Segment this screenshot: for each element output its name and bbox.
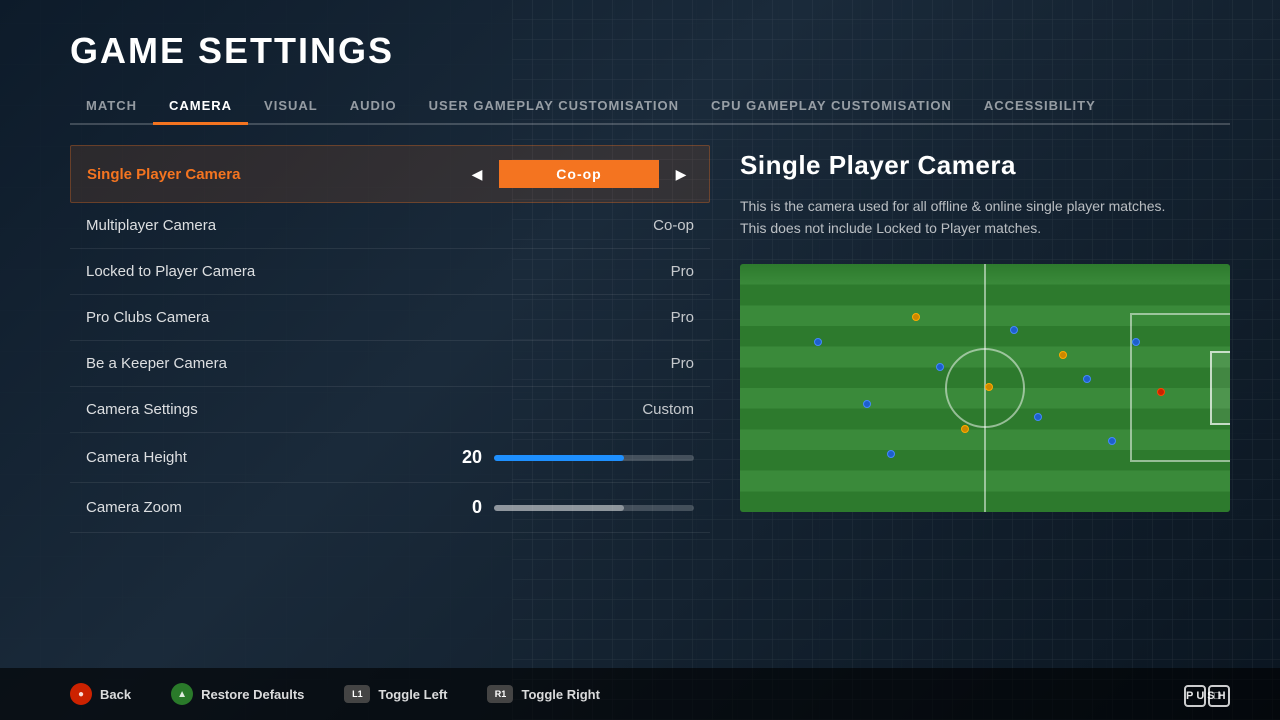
slider-height-fill <box>494 455 624 461</box>
tab-match[interactable]: MATCH <box>70 90 153 123</box>
tab-accessibility[interactable]: ACCESSIBILITY <box>968 90 1112 123</box>
setting-label-camera-settings: Camera Settings <box>86 401 198 418</box>
setting-value-pro-clubs: Pro <box>671 309 694 326</box>
setting-pro-clubs-camera[interactable]: Pro Clubs Camera Pro <box>70 295 710 341</box>
setting-camera-settings[interactable]: Camera Settings Custom <box>70 387 710 433</box>
info-description: This is the camera used for all offline … <box>740 195 1230 240</box>
player <box>961 425 969 433</box>
page-title: GAME SETTINGS <box>70 30 1230 72</box>
arrow-left[interactable]: ◀ <box>465 162 489 186</box>
slider-height-value: 20 <box>452 447 482 468</box>
setting-label-multiplayer: Multiplayer Camera <box>86 217 216 234</box>
slider-zoom-value: 0 <box>452 497 482 518</box>
player <box>1010 326 1018 334</box>
tab-audio[interactable]: AUDIO <box>334 90 413 123</box>
tab-camera[interactable]: CAMERA <box>153 90 248 123</box>
setting-label-camera-height: Camera Height <box>86 449 187 466</box>
info-title: Single Player Camera <box>740 150 1230 181</box>
player <box>863 400 871 408</box>
arrow-right[interactable]: ▶ <box>669 162 693 186</box>
setting-multiplayer-camera[interactable]: Multiplayer Camera Co-op <box>70 203 710 249</box>
settings-panel: Single Player Camera ◀ Co-op ▶ Multiplay… <box>70 145 710 695</box>
value-selector: ◀ Co-op ▶ <box>465 160 693 188</box>
setting-value-keeper: Pro <box>671 355 694 372</box>
tab-cpu-gameplay[interactable]: CPU GAMEPLAY CUSTOMISATION <box>695 90 968 123</box>
setting-value-camera-settings: Custom <box>642 401 694 418</box>
setting-locked-player-camera[interactable]: Locked to Player Camera Pro <box>70 249 710 295</box>
player <box>1059 351 1067 359</box>
field <box>740 264 1230 512</box>
slider-height-track[interactable] <box>494 455 694 461</box>
slider-zoom-container: 0 <box>452 497 694 518</box>
main-content: Single Player Camera ◀ Co-op ▶ Multiplay… <box>70 145 1230 695</box>
setting-camera-zoom[interactable]: Camera Zoom 0 <box>70 483 710 533</box>
player <box>814 338 822 346</box>
setting-value-locked-player: Pro <box>671 263 694 280</box>
setting-camera-height[interactable]: Camera Height 20 <box>70 433 710 483</box>
preview-image <box>740 264 1230 512</box>
player <box>887 450 895 458</box>
tab-visual[interactable]: VISUAL <box>248 90 334 123</box>
slider-height-container: 20 <box>452 447 694 468</box>
goal-right <box>1210 351 1230 425</box>
setting-label-camera-zoom: Camera Zoom <box>86 499 182 516</box>
player <box>1108 437 1116 445</box>
setting-single-player-camera[interactable]: Single Player Camera ◀ Co-op ▶ <box>70 145 710 203</box>
setting-keeper-camera[interactable]: Be a Keeper Camera Pro <box>70 341 710 387</box>
tab-navigation: MATCH CAMERA VISUAL AUDIO USER GAMEPLAY … <box>70 90 1230 125</box>
info-panel: Single Player Camera This is the camera … <box>740 145 1230 695</box>
player <box>1157 388 1165 396</box>
selected-value: Co-op <box>499 160 659 188</box>
setting-label-pro-clubs: Pro Clubs Camera <box>86 309 209 326</box>
setting-label-single-player: Single Player Camera <box>87 166 240 183</box>
player <box>985 383 993 391</box>
setting-label-locked-player: Locked to Player Camera <box>86 263 255 280</box>
setting-label-keeper: Be a Keeper Camera <box>86 355 227 372</box>
player <box>1034 413 1042 421</box>
tab-user-gameplay[interactable]: USER GAMEPLAY CUSTOMISATION <box>413 90 695 123</box>
player <box>912 313 920 321</box>
slider-zoom-fill <box>494 505 624 511</box>
setting-value-multiplayer: Co-op <box>653 217 694 234</box>
player <box>936 363 944 371</box>
slider-zoom-track[interactable] <box>494 505 694 511</box>
